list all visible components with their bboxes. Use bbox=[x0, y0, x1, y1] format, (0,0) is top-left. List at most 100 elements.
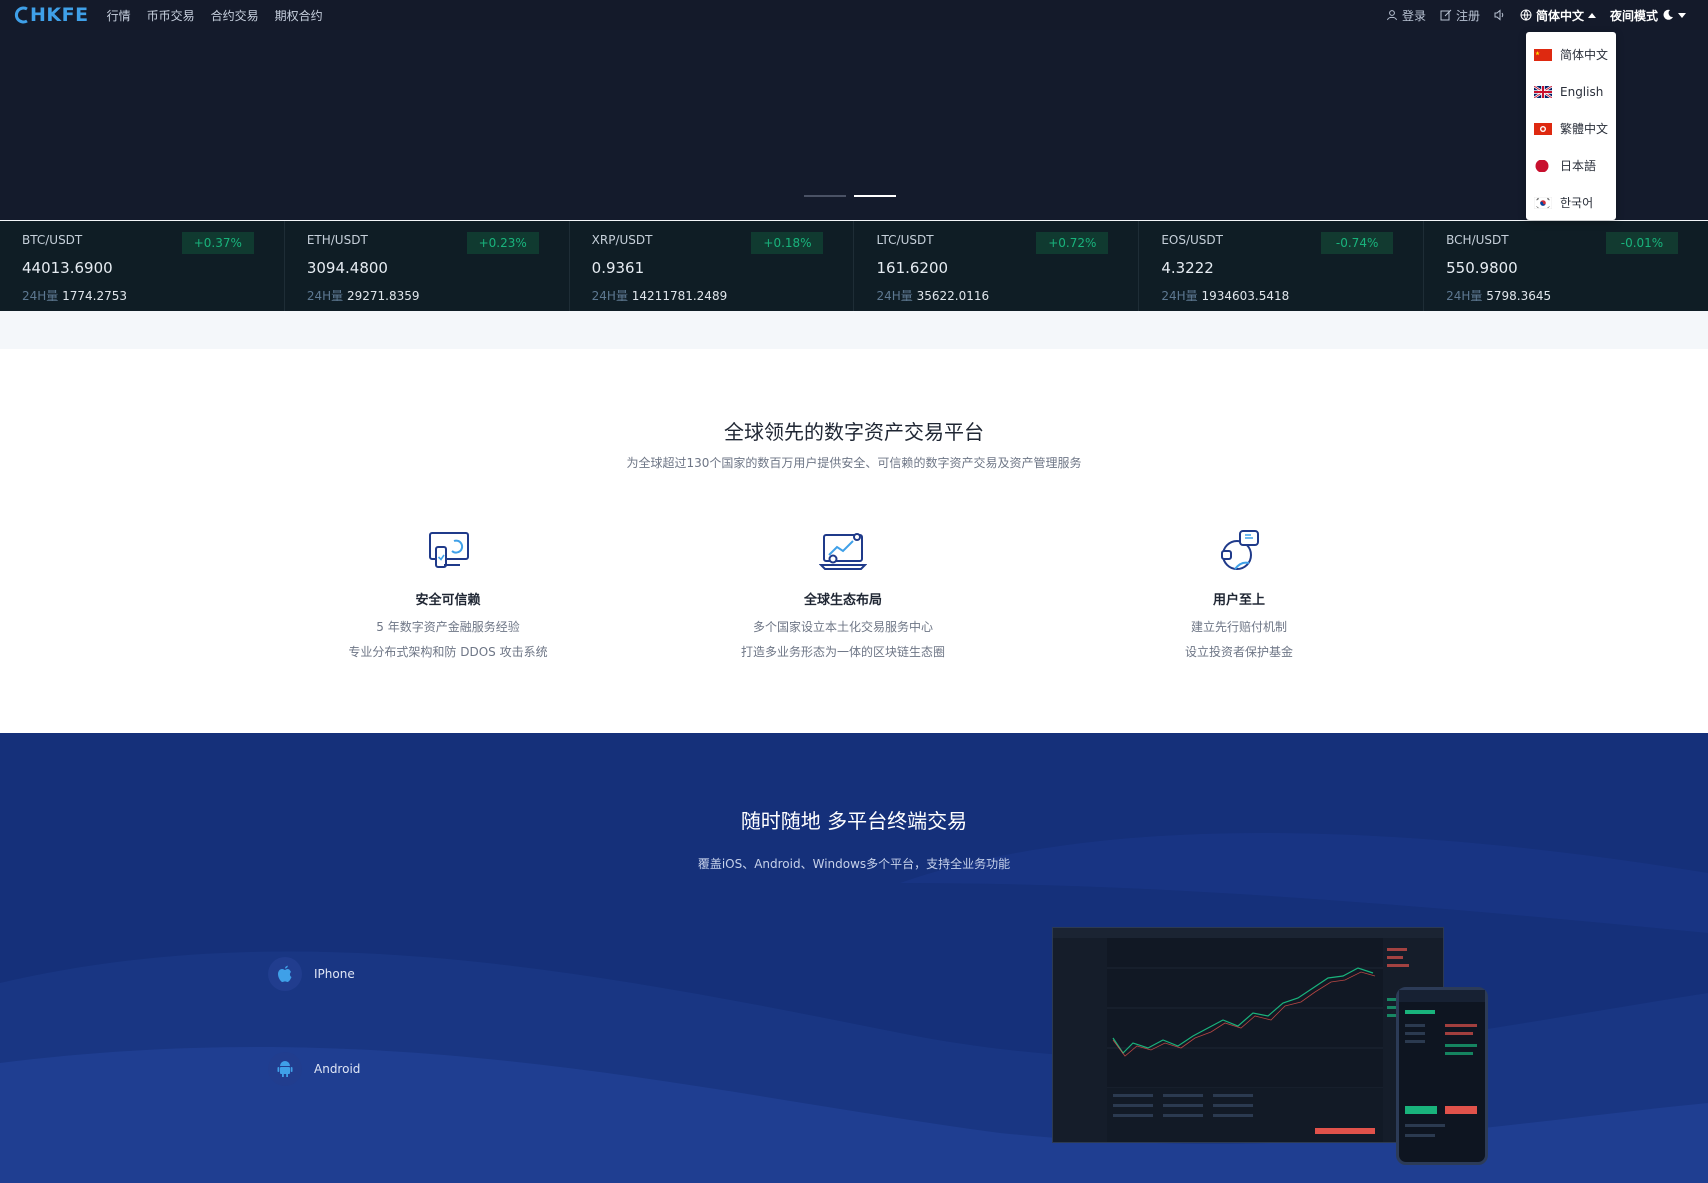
ticker-price: 0.9361 bbox=[591, 259, 645, 277]
ticker-volume: 24H量 29271.8359 bbox=[307, 287, 547, 304]
ticker-item[interactable]: ETH/USDT +0.23% 3094.4800 24H量 29271.835… bbox=[285, 221, 570, 311]
feature-title: 安全可信赖 bbox=[415, 593, 481, 608]
ticker-volume-value: 14211781.2489 bbox=[631, 289, 728, 303]
download-android[interactable]: Android bbox=[268, 1052, 360, 1086]
feature-desc: 多个国家设立本土化交易服务中心 bbox=[752, 620, 933, 634]
language-option-label: 한국어 bbox=[1560, 196, 1594, 210]
ticker-volume: 24H量 1934603.5418 bbox=[1161, 287, 1401, 304]
caret-up-icon bbox=[1587, 12, 1596, 18]
register-link[interactable]: 注册 bbox=[1440, 7, 1480, 24]
ticker-volume-value: 35622.0116 bbox=[916, 289, 990, 303]
ticker-volume-label: 24H量 bbox=[306, 289, 344, 303]
ticker-item[interactable]: BCH/USDT -0.01% 550.9800 24H量 5798.3645 bbox=[1424, 221, 1708, 311]
ticker-volume-label: 24H量 bbox=[591, 289, 628, 303]
secure-device-icon bbox=[429, 532, 469, 568]
market-ticker: BTC/USDT +0.37% 44013.6900 24H量 1774.275… bbox=[0, 221, 1708, 311]
language-option-label: 简体中文 bbox=[1560, 48, 1609, 62]
cn-flag-icon bbox=[1534, 48, 1552, 61]
carousel-dot-2[interactable] bbox=[854, 195, 896, 197]
section-gap bbox=[0, 311, 1708, 349]
ticker-item[interactable]: BTC/USDT +0.37% 44013.6900 24H量 1774.275… bbox=[0, 221, 285, 311]
language-dropdown: 简体中文 English 繁體中文 日本語 한국어 bbox=[1526, 32, 1616, 220]
ticker-volume-value: 1934603.5418 bbox=[1201, 289, 1290, 303]
uk-flag-icon bbox=[1534, 85, 1552, 98]
login-link[interactable]: 登录 bbox=[1386, 7, 1426, 24]
ticker-change: -0.74% bbox=[1321, 232, 1394, 254]
language-option-zh-tw[interactable]: 繁體中文 bbox=[1526, 110, 1616, 147]
trading-chart-preview bbox=[1053, 928, 1443, 1142]
ticker-volume-label: 24H量 bbox=[876, 289, 913, 303]
customer-support-icon bbox=[1221, 530, 1259, 570]
features-section: 全球领先的数字资产交易平台 为全球超过130个国家的数百万用户提供安全、可信赖的… bbox=[0, 349, 1708, 733]
nav-contract-trading[interactable]: 合约交易 bbox=[211, 7, 259, 24]
features-subtitle: 为全球超过130个国家的数百万用户提供安全、可信赖的数字资产交易及资产管理服务 bbox=[626, 456, 1082, 470]
feature-desc: 专业分布式架构和防 DDOS 攻击系统 bbox=[348, 645, 548, 659]
ticker-change: +0.37% bbox=[181, 232, 254, 254]
language-selector[interactable]: 简体中文 bbox=[1520, 7, 1596, 24]
moon-icon bbox=[1663, 9, 1673, 20]
language-option-en[interactable]: English bbox=[1526, 73, 1616, 110]
nav-spot-trading[interactable]: 币币交易 bbox=[147, 7, 195, 24]
growth-chart-icon bbox=[818, 533, 868, 570]
ticker-volume: 24H量 14211781.2489 bbox=[592, 287, 832, 304]
feature-card-security: 安全可信赖 5 年数字资产金融服务经验 专业分布式架构和防 DDOS 攻击系统 bbox=[318, 529, 578, 660]
feature-card-ecosystem: 全球生态布局 多个国家设立本土化交易服务中心 打造多业务形态为一体的区块链生态圈 bbox=[713, 529, 973, 660]
download-label: Android bbox=[314, 1062, 361, 1076]
carousel-dot-1[interactable] bbox=[804, 195, 846, 197]
hk-flag-icon bbox=[1534, 122, 1552, 135]
feature-title: 全球生态布局 bbox=[803, 593, 882, 608]
speaker-icon bbox=[1494, 9, 1504, 21]
ticker-change: +0.23% bbox=[466, 232, 539, 254]
mobile-app-preview bbox=[1396, 987, 1488, 1165]
hero-banner bbox=[0, 30, 1708, 220]
nav-market[interactable]: 行情 bbox=[107, 7, 131, 24]
language-option-zh-cn[interactable]: 简体中文 bbox=[1526, 36, 1616, 73]
user-icon bbox=[1386, 10, 1397, 21]
ticker-volume-label: 24H量 bbox=[1161, 289, 1198, 303]
ticker-price: 44013.6900 bbox=[22, 259, 113, 277]
platform-title: 随时随地 多平台终端交易 bbox=[740, 809, 968, 833]
ticker-volume-value: 1774.2753 bbox=[62, 289, 128, 303]
language-option-ja[interactable]: 日本語 bbox=[1526, 147, 1616, 184]
ticker-item[interactable]: EOS/USDT -0.74% 4.3222 24H量 1934603.5418 bbox=[1139, 221, 1425, 311]
ticker-volume: 24H量 35622.0116 bbox=[876, 287, 1116, 304]
feature-desc: 打造多业务形态为一体的区块链生态圈 bbox=[740, 645, 945, 659]
ticker-volume-label: 24H量 bbox=[22, 289, 59, 303]
logo-text: HKFE bbox=[30, 4, 89, 26]
ticker-volume: 24H量 1774.2753 bbox=[22, 287, 262, 304]
top-nav: HKFE 行情 币币交易 合约交易 期权合约 登录 注册 简体中文 夜间模式 bbox=[0, 0, 1708, 30]
carousel-indicators bbox=[804, 195, 896, 197]
features-title: 全球领先的数字资产交易平台 bbox=[724, 420, 984, 444]
logo-mark-icon bbox=[14, 6, 28, 24]
night-mode-label: 夜间模式 bbox=[1609, 8, 1658, 23]
ticker-price: 3094.4800 bbox=[306, 259, 388, 277]
login-label: 登录 bbox=[1401, 8, 1426, 23]
language-option-ko[interactable]: 한국어 bbox=[1526, 184, 1616, 221]
nav-options[interactable]: 期权合约 bbox=[275, 7, 323, 24]
language-option-label: 日本語 bbox=[1560, 159, 1597, 173]
ticker-item[interactable]: XRP/USDT +0.18% 0.9361 24H量 14211781.248… bbox=[570, 221, 855, 311]
ticker-change: -0.01% bbox=[1605, 232, 1678, 254]
desktop-app-preview bbox=[1052, 927, 1444, 1143]
ticker-volume-value: 5798.3645 bbox=[1486, 289, 1552, 303]
sound-toggle[interactable] bbox=[1494, 9, 1506, 21]
android-icon bbox=[268, 1052, 302, 1086]
download-iphone[interactable]: IPhone bbox=[268, 957, 355, 991]
ticker-volume-value: 29271.8359 bbox=[346, 289, 420, 303]
caret-down-icon bbox=[1678, 12, 1686, 18]
ticker-change: +0.18% bbox=[751, 232, 824, 254]
ticker-item[interactable]: LTC/USDT +0.72% 161.6200 24H量 35622.0116 bbox=[854, 221, 1140, 311]
feature-title: 用户至上 bbox=[1212, 593, 1265, 608]
kr-flag-icon bbox=[1534, 196, 1552, 209]
feature-desc: 5 年数字资产金融服务经验 bbox=[376, 620, 520, 634]
ticker-price: 4.3222 bbox=[1161, 259, 1214, 277]
ticker-change: +0.72% bbox=[1036, 232, 1109, 254]
logo[interactable]: HKFE bbox=[14, 4, 89, 26]
language-option-label: 繁體中文 bbox=[1560, 122, 1609, 136]
ticker-price: 550.9800 bbox=[1446, 259, 1518, 277]
platform-section: 随时随地 多平台终端交易 覆盖iOS、Android、Windows多个平台，支… bbox=[0, 733, 1708, 1183]
night-mode-toggle[interactable]: 夜间模式 bbox=[1610, 7, 1686, 24]
mobile-trading-preview bbox=[1399, 990, 1485, 1137]
apple-icon bbox=[268, 957, 302, 991]
register-label: 注册 bbox=[1455, 8, 1480, 23]
